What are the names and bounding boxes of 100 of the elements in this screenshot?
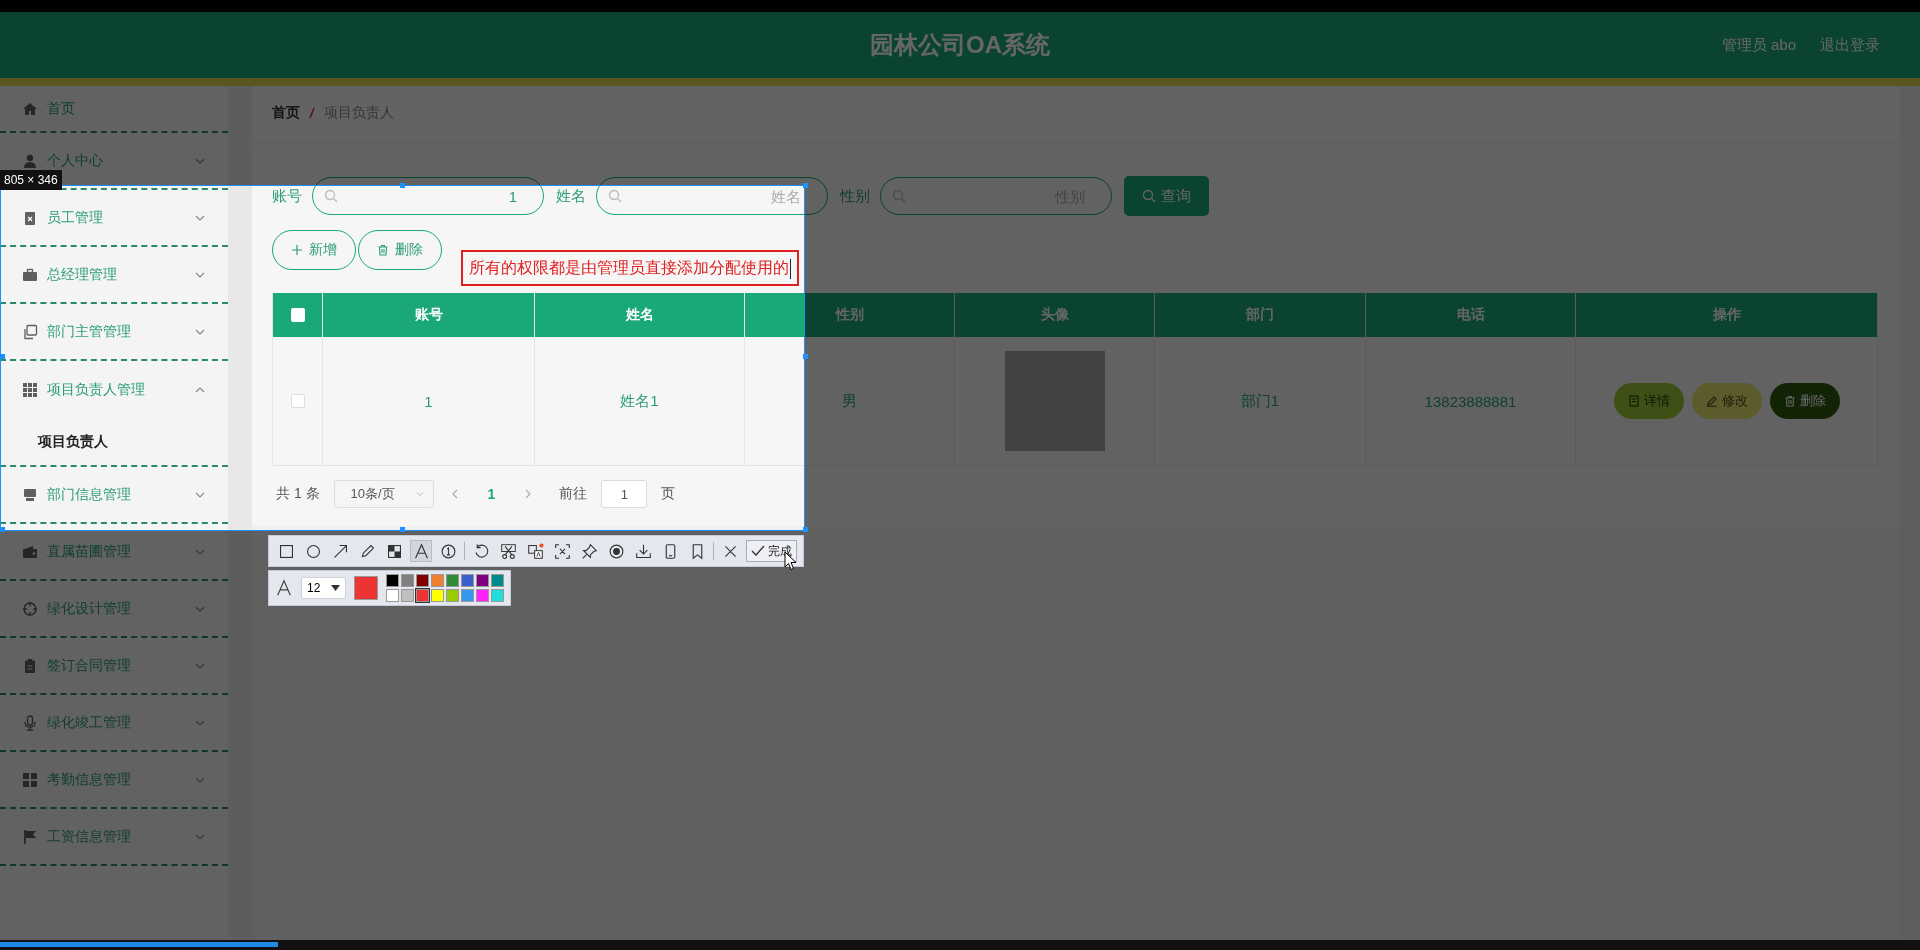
app-title: 园林公司OA系统 [870, 30, 1050, 60]
column-header: 部门 [1155, 293, 1366, 337]
resize-handle[interactable] [803, 183, 808, 188]
page-input[interactable]: 1 [601, 480, 648, 508]
color-swatch[interactable] [461, 574, 474, 587]
table-cell: 部门1 [1155, 337, 1366, 466]
resize-handle[interactable] [803, 354, 808, 359]
logout-link[interactable]: 退出登录 [1820, 35, 1880, 55]
flag-icon [22, 828, 38, 845]
resize-handle[interactable] [0, 527, 5, 532]
table-cell: 姓名1 [535, 337, 745, 466]
trash-icon [1783, 395, 1796, 407]
resize-handle[interactable] [803, 527, 808, 532]
field-label: 性别 [840, 186, 870, 206]
record-icon [607, 542, 625, 560]
page-number[interactable]: 1 [475, 486, 508, 502]
undo-icon [472, 542, 490, 560]
table-cell: 13823888881 [1366, 337, 1576, 466]
color-swatch[interactable] [446, 589, 459, 602]
delete-button[interactable]: 删除 [1769, 383, 1840, 419]
grid-icon [22, 381, 38, 398]
resize-handle[interactable] [400, 183, 405, 188]
add-button[interactable]: 新增 [272, 230, 356, 270]
monitor-icon [22, 486, 38, 503]
color-swatch[interactable] [491, 574, 504, 587]
check-icon [751, 545, 765, 557]
trash-icon [377, 244, 389, 256]
annotation-text: 所有的权限都是由管理员直接添加分配使用的 [461, 250, 799, 286]
download-icon [634, 542, 652, 560]
translate-icon [526, 542, 544, 560]
column-header: 性别 [745, 293, 955, 337]
goto-label: 前往 [559, 485, 588, 503]
user-label: 管理员 abo [1721, 35, 1796, 55]
color-swatch[interactable] [401, 589, 414, 602]
table-cell: 1 [323, 337, 535, 466]
column-header: 操作 [1576, 293, 1878, 337]
color-swatch[interactable] [416, 589, 429, 602]
selection-size-tooltip: 805 × 346 [0, 170, 62, 190]
dropdown-icon [331, 585, 340, 591]
page-suffix: 页 [661, 485, 676, 503]
user-icon [22, 152, 38, 169]
resize-handle[interactable] [0, 354, 5, 359]
search-field[interactable]: 1 [312, 177, 544, 215]
clipboard-icon [22, 657, 38, 674]
breadcrumb-link[interactable]: 首页 [272, 104, 300, 122]
font-icon [275, 579, 293, 597]
column-header: 姓名 [535, 293, 745, 337]
color-swatch[interactable] [416, 574, 429, 587]
search-button[interactable]: 查询 [1124, 176, 1209, 216]
color-swatch[interactable] [446, 574, 459, 587]
chevron-icon [414, 489, 425, 499]
color-swatch[interactable] [476, 589, 489, 602]
current-color-swatch[interactable] [354, 576, 378, 600]
table-cell: 男 [745, 337, 955, 466]
select-all-checkbox[interactable] [290, 308, 305, 322]
column-header: 头像 [955, 293, 1155, 337]
video-progress-bar[interactable] [0, 940, 1920, 950]
field-label: 姓名 [556, 186, 586, 206]
home-icon [22, 100, 38, 117]
pencil-icon [1705, 395, 1718, 407]
wallet-icon [22, 543, 38, 560]
slash-icon [308, 107, 316, 119]
crosshair-icon [22, 600, 38, 617]
color-swatch[interactable] [386, 589, 399, 602]
search-icon [1142, 189, 1156, 203]
document-icon [1627, 395, 1640, 407]
text-tool[interactable] [410, 540, 432, 562]
field-label: 账号 [272, 186, 302, 206]
briefcase-icon [22, 266, 38, 283]
column-header: 电话 [1366, 293, 1576, 337]
plus-icon [291, 244, 303, 256]
edit-button[interactable]: 修改 [1691, 383, 1762, 419]
text-icon [412, 542, 430, 560]
microphone-icon [22, 714, 38, 731]
rectangle-icon [277, 542, 295, 560]
row-checkbox[interactable] [290, 394, 305, 408]
squares-icon [22, 771, 38, 788]
page-size-select[interactable]: 10条/页 [333, 480, 434, 508]
column-header: 账号 [323, 293, 535, 337]
delete-button[interactable]: 删除 [358, 230, 442, 270]
pin-icon [580, 542, 598, 560]
color-swatch[interactable] [476, 574, 489, 587]
font-size-select[interactable]: 12 [301, 577, 346, 599]
scissors-icon [499, 542, 517, 560]
color-swatch[interactable] [401, 574, 414, 587]
total-count: 共 1 条 [276, 485, 320, 503]
color-swatch[interactable] [491, 589, 504, 602]
circle-icon [304, 542, 322, 560]
color-swatch[interactable] [431, 574, 444, 587]
scan-icon [553, 542, 571, 560]
resize-handle[interactable] [400, 527, 405, 532]
numbered-circle-icon [439, 542, 457, 560]
color-swatch[interactable] [386, 574, 399, 587]
color-swatch[interactable] [461, 589, 474, 602]
copy-icon [22, 323, 38, 340]
sidebar-item[interactable]: 项目负责人管理 [0, 361, 228, 418]
color-swatch[interactable] [431, 589, 444, 602]
clipboard-icon [22, 209, 38, 226]
search-field[interactable]: 姓名 [596, 177, 828, 215]
mosaic-icon [385, 542, 403, 560]
